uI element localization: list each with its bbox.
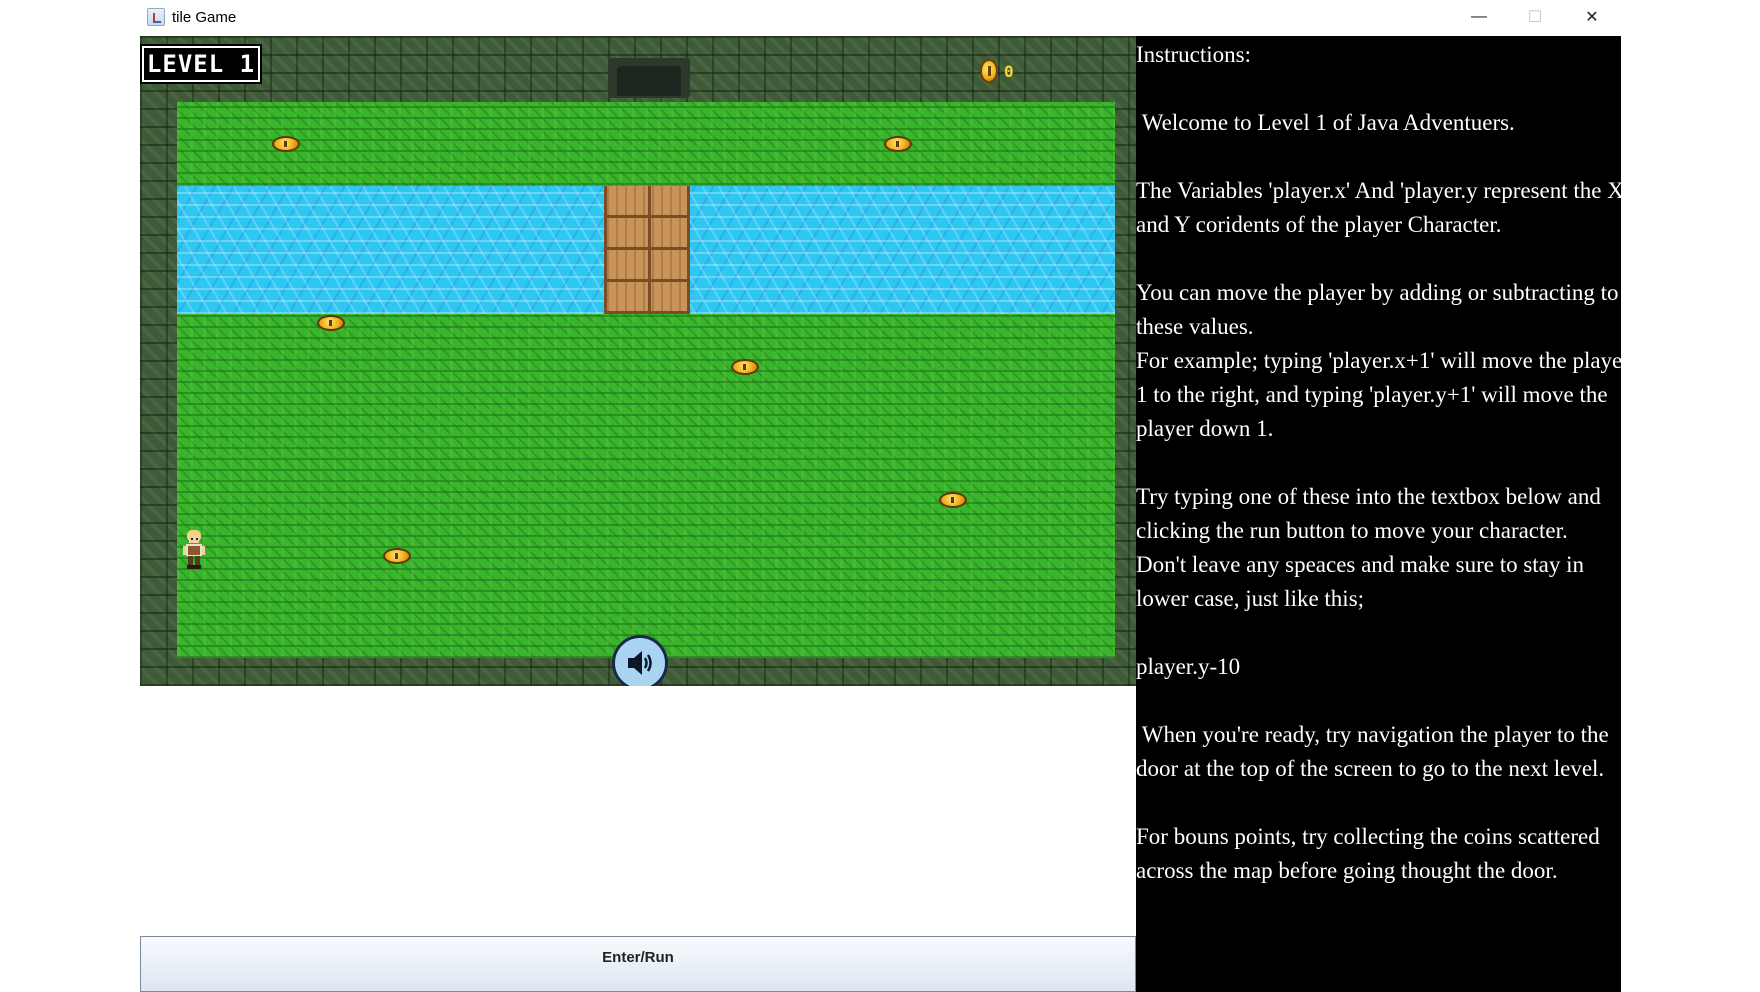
level-badge: LEVEL 1 (140, 44, 262, 84)
minimize-button[interactable]: — (1451, 0, 1507, 34)
instruction-paragraph: Try typing one of these into the textbox… (1136, 484, 1607, 543)
close-button[interactable]: ✕ (1564, 0, 1620, 34)
coin (383, 548, 411, 564)
instruction-spacer (1136, 786, 1621, 820)
run-button[interactable]: Enter/Run (140, 936, 1136, 992)
instruction-example-code: player.y-10 (1136, 654, 1241, 679)
instruction-paragraph: The Variables 'player.x' And 'player.y r… (1136, 178, 1621, 237)
instruction-spacer (1136, 446, 1621, 480)
coin-counter-icon (980, 59, 998, 83)
title-bar: tile Game — ☐ ✕ (140, 0, 1621, 36)
instructions-title: Instructions: (1136, 42, 1251, 67)
instruction-paragraph: For bouns points, try collecting the coi… (1136, 824, 1606, 883)
instruction-spacer (1136, 242, 1621, 276)
wooden-bridge (604, 186, 690, 314)
app-window: tile Game — ☐ ✕ LEVEL 1 0 Enter/Run Inst… (140, 0, 1621, 992)
exit-door (617, 66, 681, 96)
instruction-paragraph: You can move the player by adding or sub… (1136, 280, 1619, 339)
coin-count: 0 (1004, 61, 1014, 81)
code-input-area[interactable] (140, 686, 1136, 936)
instructions-panel: Instructions: Welcome to Level 1 of Java… (1136, 36, 1621, 992)
game-map: LEVEL 1 0 (140, 36, 1136, 686)
coin (939, 492, 967, 508)
instruction-spacer (1136, 616, 1621, 650)
sound-toggle-button[interactable] (612, 635, 668, 686)
java-app-icon (147, 8, 165, 26)
maximize-button[interactable]: ☐ (1507, 0, 1563, 34)
player-character (183, 530, 205, 569)
instruction-paragraph: When you're ready, try navigation the pl… (1136, 722, 1615, 781)
instructions-body: Welcome to Level 1 of Java Adventuers. T… (1136, 106, 1621, 888)
instruction-paragraph: Don't leave any speaces and make sure to… (1136, 552, 1590, 611)
coin (272, 136, 300, 152)
instruction-paragraph: Welcome to Level 1 of Java Adventuers. (1136, 110, 1515, 135)
instruction-spacer (1136, 140, 1621, 174)
speaker-icon (628, 651, 652, 675)
coin (731, 359, 759, 375)
coin (884, 136, 912, 152)
window-title: tile Game (172, 9, 237, 26)
instruction-spacer (1136, 684, 1621, 718)
coin-counter: 0 (980, 59, 1014, 83)
instruction-paragraph: For example; typing 'player.x+1' will mo… (1136, 348, 1621, 441)
coin (317, 315, 345, 331)
